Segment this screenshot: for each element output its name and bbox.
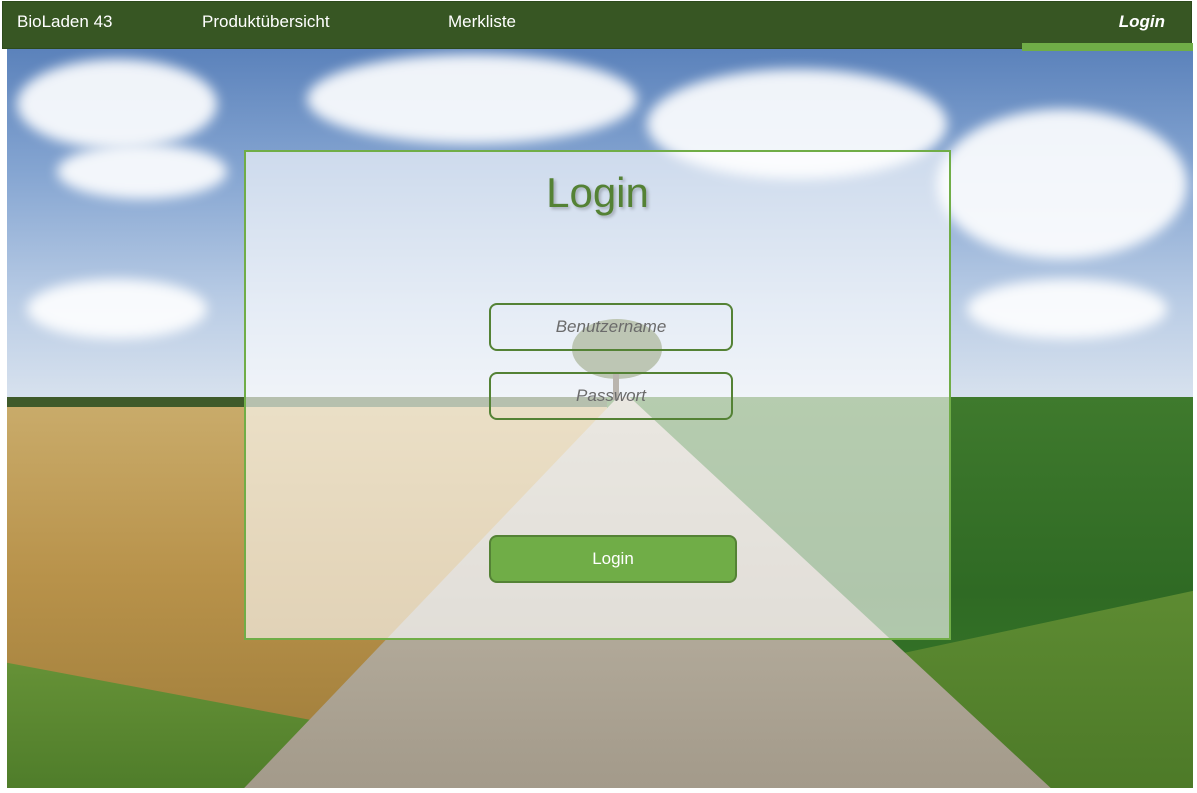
username-field[interactable] [489, 303, 733, 351]
page: BioLaden 43 Produktübersicht Merkliste L… [0, 0, 1197, 793]
cloud [27, 279, 207, 339]
cloud [937, 109, 1187, 259]
cloud [57, 144, 227, 199]
cloud [307, 54, 637, 144]
login-button[interactable]: Login [489, 535, 737, 583]
nav-item-products[interactable]: Produktübersicht [202, 12, 330, 32]
nav-item-login[interactable]: Login [1119, 12, 1165, 32]
cloud [17, 59, 217, 149]
login-title: Login [546, 169, 649, 216]
login-panel: Login Login [244, 150, 951, 640]
cloud [967, 279, 1167, 339]
brand-link[interactable]: BioLaden 43 [17, 12, 112, 32]
active-nav-indicator [1022, 43, 1193, 51]
top-navbar: BioLaden 43 Produktübersicht Merkliste L… [2, 1, 1192, 49]
nav-item-wishlist[interactable]: Merkliste [448, 12, 516, 32]
password-field[interactable] [489, 372, 733, 420]
